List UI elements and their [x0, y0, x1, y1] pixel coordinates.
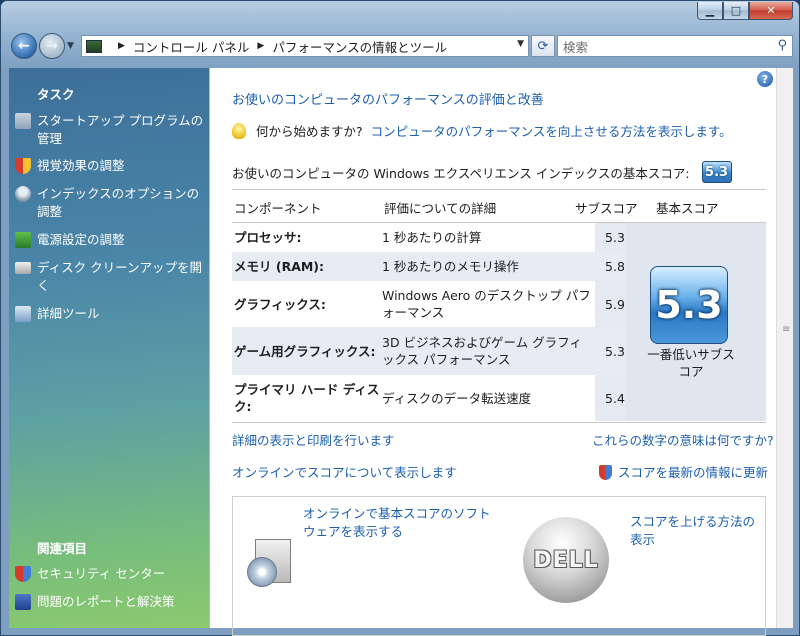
- component-details: Windows Aero のデスクトップ パフォーマンス: [382, 288, 591, 320]
- shield-icon: [599, 465, 612, 480]
- component-name: メモリ (RAM):: [234, 259, 325, 274]
- component-subscore: 5.4: [605, 390, 625, 406]
- component-name: グラフィックス:: [234, 296, 326, 312]
- component-subscore: 5.3: [605, 230, 625, 245]
- refresh-button[interactable]: ⟳: [531, 35, 555, 57]
- security-center-icon: [15, 566, 31, 582]
- task-label: 電源設定の調整: [37, 232, 125, 247]
- breadcrumb-control-panel[interactable]: コントロール パネル: [133, 37, 249, 56]
- task-label: スタートアップ プログラムの管理: [37, 113, 204, 146]
- navigation-bar: ← → ▼ ▶ コントロール パネル ▶ パフォーマンスの情報とツール ▼ ⟳ …: [9, 31, 793, 61]
- tip-row: 何から始めますか? コンピュータのパフォーマンスを向上させる方法を表示します。: [232, 121, 732, 140]
- update-score-link[interactable]: スコアを最新の情報に更新: [618, 465, 768, 480]
- base-score-line: お使いのコンピュータの Windows エクスペリエンス インデックスの基本スコ…: [232, 161, 732, 183]
- content-pane: ≡ ? お使いのコンピュータのパフォーマンスの評価と改善 何から始めますか? コ…: [209, 68, 793, 636]
- tip-question: 何から始めますか?: [256, 124, 363, 139]
- component-details: 1 秒あたりの計算: [382, 230, 482, 245]
- base-score-small-badge: 5.3: [701, 161, 732, 183]
- task-disk-cleanup[interactable]: ディスク クリーンアップを開く: [15, 259, 205, 295]
- component-details: ディスクのデータ転送速度: [382, 390, 532, 406]
- table-row: メモリ (RAM): 1 秒あたりのメモリ操作 5.8: [232, 252, 626, 281]
- maximize-icon[interactable]: □: [723, 2, 749, 20]
- disk-cleanup-icon: [15, 262, 31, 274]
- minimize-icon[interactable]: ▁: [697, 2, 723, 20]
- base-score-text: お使いのコンピュータの Windows エクスペリエンス インデックスの基本スコ…: [232, 165, 690, 181]
- related-problem-reports[interactable]: 問題のレポートと解決策: [15, 593, 205, 611]
- search-placeholder: 検索: [563, 39, 589, 55]
- control-panel-window: ▁ □ ✕ ← → ▼ ▶ コントロール パネル ▶ パフォーマンスの情報とツー…: [0, 0, 800, 636]
- address-dropdown-icon[interactable]: ▼: [517, 39, 524, 49]
- table-row: プロセッサ: 1 秒あたりの計算 5.3: [232, 223, 626, 252]
- task-pane: タスク スタートアップ プログラムの管理 視覚効果の調整 インデックスのオプショ…: [9, 68, 209, 628]
- component-details: 3D ビジネスおよびゲーム グラフィックス パフォーマンス: [382, 335, 582, 367]
- recent-pages-chevron-icon[interactable]: ▼: [67, 41, 74, 51]
- improve-performance-link[interactable]: コンピュータのパフォーマンスを向上させる方法を表示します。: [371, 121, 732, 140]
- problem-reports-icon: [15, 594, 31, 610]
- power-icon: [15, 232, 31, 248]
- task-startup-programs[interactable]: スタートアップ プログラムの管理: [15, 112, 205, 148]
- table-row: グラフィックス: Windows Aero のデスクトップ パフォーマンス 5.…: [232, 281, 626, 327]
- task-indexing-options[interactable]: インデックスのオプションの調整: [15, 185, 205, 221]
- help-icon[interactable]: ?: [757, 71, 773, 87]
- related-label: 問題のレポートと解決策: [37, 594, 175, 609]
- task-advanced-tools[interactable]: 詳細ツール: [15, 305, 205, 323]
- header-details: 評価についての詳細: [384, 201, 497, 216]
- caption-buttons: ▁ □ ✕: [697, 2, 793, 20]
- breadcrumb-arrow-icon[interactable]: ▶: [118, 41, 125, 51]
- back-button[interactable]: ←: [11, 33, 37, 59]
- improve-score-link[interactable]: スコアを上げる方法の表示: [630, 513, 760, 549]
- header-subscore: サブスコア: [575, 201, 638, 216]
- address-bar[interactable]: ▶ コントロール パネル ▶ パフォーマンスの情報とツール ▼: [81, 35, 529, 57]
- related-heading: 関連項目: [37, 541, 88, 556]
- indexing-icon: [15, 186, 31, 202]
- divider: [232, 422, 766, 423]
- task-label: ディスク クリーンアップを開く: [37, 260, 202, 293]
- forward-button[interactable]: →: [39, 33, 65, 59]
- header-component: コンポーネント: [234, 201, 322, 216]
- advanced-tools-icon: [15, 306, 31, 322]
- control-panel-icon: [86, 39, 102, 53]
- online-scores-link[interactable]: オンラインでスコアについて表示します: [232, 462, 457, 481]
- refresh-icon: ⟳: [537, 38, 549, 54]
- recommendations-box: オンラインで基本スコアのソフトウェアを表示する DELL スコアを上げる方法の表…: [232, 496, 766, 636]
- software-box-icon: [247, 539, 293, 587]
- task-label: インデックスのオプションの調整: [37, 186, 200, 219]
- breadcrumb-performance[interactable]: パフォーマンスの情報とツール: [272, 37, 447, 56]
- lowest-subscore-caption: 一番低いサブスコア: [647, 347, 735, 379]
- component-name: プロセッサ:: [234, 230, 302, 245]
- related-label: セキュリティ センター: [37, 566, 166, 581]
- page-title-link[interactable]: お使いのコンピュータのパフォーマンスの評価と改善: [232, 89, 544, 108]
- print-details-link[interactable]: 詳細の表示と印刷を行います: [232, 430, 395, 449]
- tasks-heading: タスク: [37, 87, 75, 102]
- startup-icon: [15, 113, 31, 129]
- lightbulb-icon: [232, 122, 246, 139]
- shield-icon: [15, 158, 31, 174]
- software-online-link[interactable]: オンラインで基本スコアのソフトウェアを表示する: [303, 505, 493, 541]
- component-name: ゲーム用グラフィックス:: [234, 343, 376, 359]
- related-security-center[interactable]: セキュリティ センター: [15, 565, 205, 583]
- component-subscore: 5.3: [605, 343, 625, 359]
- component-subscore: 5.9: [605, 296, 625, 312]
- task-label: 視覚効果の調整: [37, 158, 125, 173]
- component-details: 1 秒あたりのメモリ操作: [382, 259, 519, 274]
- base-score-badge: 5.3: [650, 266, 728, 344]
- task-power-settings[interactable]: 電源設定の調整: [15, 231, 205, 249]
- component-name: プライマリ ハード ディスク:: [234, 382, 380, 414]
- what-numbers-mean-link[interactable]: これらの数字の意味は何ですか?: [592, 430, 774, 449]
- search-icon[interactable]: ⚲: [777, 38, 787, 53]
- scroll-grip-icon: ≡: [782, 324, 791, 335]
- header-base-score: 基本スコア: [656, 201, 719, 216]
- update-score-row: スコアを最新の情報に更新: [599, 462, 768, 481]
- table-row: プライマリ ハード ディスク: ディスクのデータ転送速度 5.4: [232, 375, 626, 421]
- breadcrumb-arrow-icon[interactable]: ▶: [257, 41, 264, 51]
- task-visual-effects[interactable]: 視覚効果の調整: [15, 157, 205, 175]
- table-row: ゲーム用グラフィックス: 3D ビジネスおよびゲーム グラフィックス パフォーマ…: [232, 327, 626, 375]
- divider: [232, 189, 766, 190]
- vertical-scrollbar[interactable]: ≡: [776, 68, 793, 628]
- close-icon[interactable]: ✕: [749, 2, 793, 20]
- component-subscore: 5.8: [605, 259, 625, 274]
- dell-logo: DELL: [523, 517, 609, 603]
- task-label: 詳細ツール: [37, 306, 100, 321]
- search-input[interactable]: 検索 ⚲: [557, 35, 793, 57]
